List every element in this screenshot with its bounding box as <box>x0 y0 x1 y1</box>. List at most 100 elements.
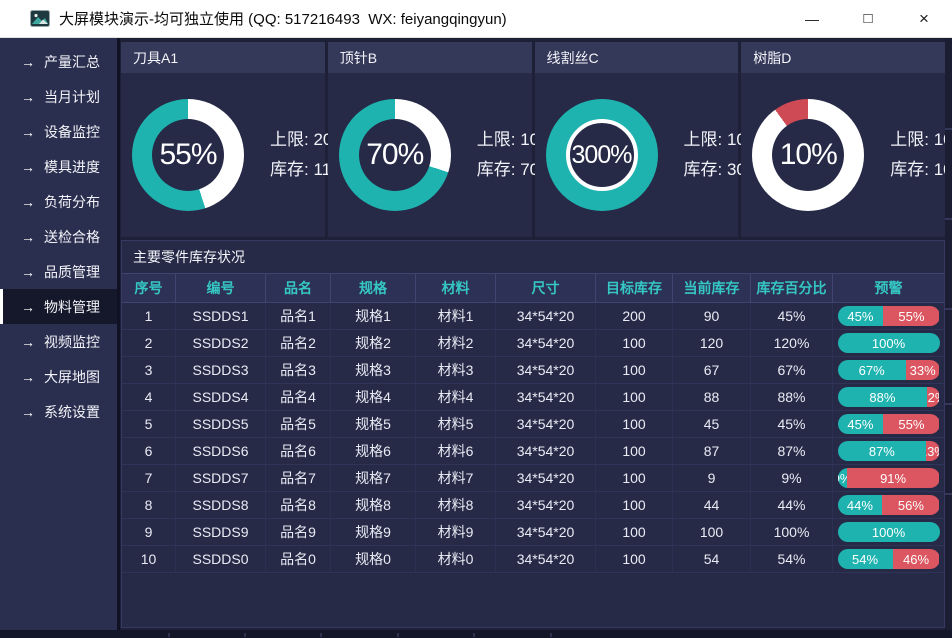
table-cell: 100 <box>595 465 672 491</box>
minimize-button[interactable]: — <box>784 0 840 37</box>
card-body: 55% 上限: 200 库存: 110 <box>121 73 325 237</box>
table-row[interactable]: 4SSDDS4品名4规格4材料434*54*201008888%88%12% <box>122 384 944 411</box>
sidebar-item-当月计划[interactable]: → 当月计划 <box>0 79 117 114</box>
bottom-edge-tick <box>320 633 322 637</box>
table-row[interactable]: 10SSDDS0品名0规格0材料034*54*201005454%54%46% <box>122 546 944 573</box>
table-cell: 材料9 <box>415 519 495 545</box>
table-cell: 120 <box>672 330 750 356</box>
sidebar: → 产量汇总 → 当月计划 → 设备监控 → 模具进度 → 负荷分布 → 送检合… <box>0 38 117 630</box>
table-cell: 规格8 <box>330 492 415 518</box>
bar-segment-warning: 55% <box>883 306 939 326</box>
table-cell: 材料0 <box>415 546 495 572</box>
table-row[interactable]: 5SSDDS5品名5规格5材料534*54*201004545%45%55% <box>122 411 944 438</box>
bar-segment-warning: 13% <box>926 441 939 461</box>
table-cell: SSDDS5 <box>175 411 265 437</box>
table-row[interactable]: 2SSDDS2品名2规格2材料234*54*20100120120%100% <box>122 330 944 357</box>
bar-segment-warning: 12% <box>927 387 939 407</box>
sidebar-item-送检合格[interactable]: → 送检合格 <box>0 219 117 254</box>
donut-hole: 55% <box>152 119 224 191</box>
sidebar-item-品质管理[interactable]: → 品质管理 <box>0 254 117 289</box>
table-cell: 品名7 <box>265 465 330 491</box>
table-cell: 品名0 <box>265 546 330 572</box>
stat-cards-row: 刀具A1 55% 上限: 200 库存: 110 顶针B 70% 上限: 100 <box>121 42 945 237</box>
column-header-材料: 材料 <box>415 274 495 302</box>
window-controls: — □ × <box>784 0 952 37</box>
table-cell: SSDDS4 <box>175 384 265 410</box>
table-cell: 材料7 <box>415 465 495 491</box>
warning-progress-bar: 45%55% <box>838 306 940 326</box>
donut-percent-label: 300% <box>572 141 632 170</box>
table-cell: 材料3 <box>415 357 495 383</box>
inventory-table-panel: 主要零件库存状况 序号编号品名规格材料尺寸目标库存当前库存库存百分比预警 1SS… <box>121 240 945 628</box>
card-body: 10% 上限: 100 库存: 10 <box>741 73 945 237</box>
table-cell: 54% <box>750 546 832 572</box>
column-header-预警: 预警 <box>832 274 944 302</box>
sidebar-item-负荷分布[interactable]: → 负荷分布 <box>0 184 117 219</box>
bar-segment-ok: 100% <box>838 333 940 353</box>
table-cell: 7 <box>122 465 175 491</box>
table-cell: 34*54*20 <box>495 438 595 464</box>
table-cell: 34*54*20 <box>495 357 595 383</box>
sidebar-item-label: 品质管理 <box>44 262 100 282</box>
table-cell: 87% <box>750 438 832 464</box>
warning-bar-cell: 88%12% <box>832 384 944 410</box>
sidebar-item-label: 大屏地图 <box>44 367 100 387</box>
table-cell: SSDDS6 <box>175 438 265 464</box>
donut-hole: 70% <box>359 119 431 191</box>
sidebar-item-label: 产量汇总 <box>44 52 100 72</box>
table-cell: 规格0 <box>330 546 415 572</box>
table-cell: 规格5 <box>330 411 415 437</box>
arrow-icon: → <box>21 299 35 315</box>
warning-bar-cell: 87%13% <box>832 438 944 464</box>
sidebar-item-模具进度[interactable]: → 模具进度 <box>0 149 117 184</box>
sidebar-item-系统设置[interactable]: → 系统设置 <box>0 394 117 429</box>
arrow-icon: → <box>21 229 35 245</box>
table-cell: 材料6 <box>415 438 495 464</box>
table-cell: 34*54*20 <box>495 330 595 356</box>
sidebar-item-label: 负荷分布 <box>44 192 100 212</box>
titlebar: 大屏模块演示-均可独立使用 (QQ: 517216493 WX: feiyang… <box>0 0 952 38</box>
column-header-尺寸: 尺寸 <box>495 274 595 302</box>
donut-chart: 300% <box>546 99 658 211</box>
sidebar-item-label: 模具进度 <box>44 157 100 177</box>
sidebar-item-物料管理[interactable]: → 物料管理 <box>0 289 117 324</box>
arrow-icon: → <box>21 124 35 140</box>
sidebar-item-视频监控[interactable]: → 视频监控 <box>0 324 117 359</box>
sidebar-item-大屏地图[interactable]: → 大屏地图 <box>0 359 117 394</box>
table-row[interactable]: 3SSDDS3品名3规格3材料334*54*201006767%67%33% <box>122 357 944 384</box>
warning-progress-bar: 88%12% <box>838 387 940 407</box>
table-cell: 44% <box>750 492 832 518</box>
table-cell: 10 <box>122 546 175 572</box>
stat-card: 树脂D 10% 上限: 100 库存: 10 <box>741 42 945 237</box>
arrow-icon: → <box>21 54 35 70</box>
table-cell: SSDDS1 <box>175 303 265 329</box>
sidebar-item-label: 视频监控 <box>44 332 100 352</box>
bottom-edge-tick <box>244 633 246 637</box>
table-cell: 34*54*20 <box>495 492 595 518</box>
bar-segment-warning: 91% <box>847 468 940 488</box>
stat-card: 线割丝C 300% 上限: 100 库存: 300 <box>535 42 739 237</box>
table-row[interactable]: 8SSDDS8品名8规格8材料834*54*201004444%44%56% <box>122 492 944 519</box>
table-cell: 9 <box>122 519 175 545</box>
scrollbar[interactable] <box>945 38 952 630</box>
close-button[interactable]: × <box>896 0 952 37</box>
scrollbar-tick <box>945 128 952 130</box>
table-cell: 34*54*20 <box>495 465 595 491</box>
table-cell: 100 <box>595 546 672 572</box>
sidebar-item-label: 设备监控 <box>44 122 100 142</box>
table-cell: 6 <box>122 438 175 464</box>
warning-progress-bar: 100% <box>838 522 940 542</box>
donut-chart: 10% <box>752 99 864 211</box>
table-row[interactable]: 7SSDDS7品名7规格7材料734*54*2010099%9%91% <box>122 465 944 492</box>
table-cell: 9 <box>672 465 750 491</box>
sidebar-item-label: 当月计划 <box>44 87 100 107</box>
table-cell: 品名4 <box>265 384 330 410</box>
sidebar-item-设备监控[interactable]: → 设备监控 <box>0 114 117 149</box>
table-row[interactable]: 6SSDDS6品名6规格6材料634*54*201008787%87%13% <box>122 438 944 465</box>
table-cell: SSDDS3 <box>175 357 265 383</box>
sidebar-item-产量汇总[interactable]: → 产量汇总 <box>0 44 117 79</box>
warning-bar-cell: 45%55% <box>832 303 944 329</box>
table-row[interactable]: 1SSDDS1品名1规格1材料134*54*202009045%45%55% <box>122 303 944 330</box>
maximize-button[interactable]: □ <box>840 0 896 37</box>
table-row[interactable]: 9SSDDS9品名9规格9材料934*54*20100100100%100% <box>122 519 944 546</box>
